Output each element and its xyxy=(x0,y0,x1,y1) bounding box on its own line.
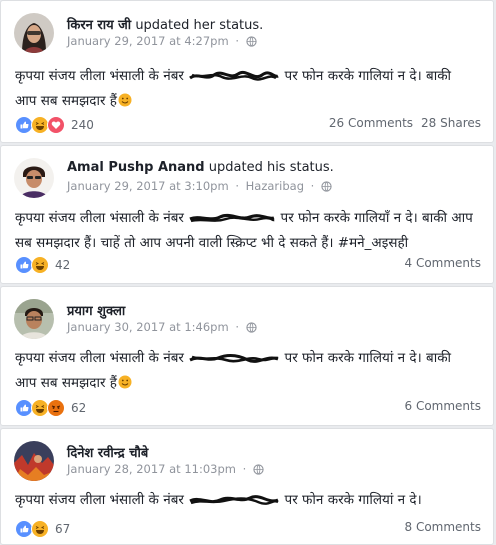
post-card: प्रयाग शुक्ला January 30, 2017 at 1:46pm… xyxy=(0,286,494,426)
redaction-scribble xyxy=(188,350,280,372)
post-text: कृपया संजय लीला भंसाली के नंबर पर फोन कर… xyxy=(15,65,475,112)
redaction-scribble xyxy=(188,68,280,90)
smiling-face-emoji xyxy=(118,92,132,107)
post-text-start: कृपया संजय लीला भंसाली के नंबर xyxy=(15,68,184,84)
love-reaction-icon xyxy=(47,116,65,134)
author-name[interactable]: प्रयाग शुक्ला xyxy=(67,304,125,319)
author-name[interactable]: दिनेश रवीन्द्र चौबे xyxy=(67,446,148,461)
post-header: प्रयाग शुक्ला xyxy=(67,301,125,319)
timestamp[interactable]: January 30, 2017 at 1:46pm xyxy=(67,320,229,334)
post-card: किरन राय जी updated her status. January … xyxy=(0,0,494,143)
meta-separator: · xyxy=(310,179,315,193)
post-meta: January 30, 2017 at 1:46pm · xyxy=(67,320,257,336)
comments-count[interactable]: 8 Comments xyxy=(405,520,482,534)
redaction-scribble xyxy=(188,210,276,232)
post-action: updated her status. xyxy=(135,18,264,33)
globe-icon[interactable] xyxy=(321,181,332,195)
post-meta: January 28, 2017 at 11:03pm · xyxy=(67,462,264,478)
globe-icon[interactable] xyxy=(246,322,257,336)
post-text: कृपया संजय लीला भंसाली के नंबर पर फोन कर… xyxy=(15,489,475,514)
globe-icon[interactable] xyxy=(253,464,264,478)
post-stats: 6 Comments xyxy=(405,399,482,413)
post-action: updated his status. xyxy=(208,160,334,175)
comments-count[interactable]: 26 Comments xyxy=(329,116,413,130)
meta-separator: · xyxy=(235,34,239,48)
haha-reaction-icon xyxy=(31,520,49,538)
shares-count[interactable]: 28 Shares xyxy=(421,116,481,130)
avatar[interactable] xyxy=(14,299,54,339)
post-header: Amal Pushp Anand updated his status. xyxy=(67,160,334,175)
post-text-start: कृपया संजय लीला भंसाली के नंबर xyxy=(15,350,184,366)
timestamp[interactable]: January 29, 2017 at 3:10pm xyxy=(67,179,229,193)
author-name[interactable]: Amal Pushp Anand xyxy=(67,160,205,175)
reaction-count[interactable]: 62 xyxy=(71,401,86,415)
meta-separator: · xyxy=(235,320,239,334)
post-stats: 26 Comments 28 Shares xyxy=(329,116,481,130)
post-header: किरन राय जी updated her status. xyxy=(67,15,263,33)
comments-count[interactable]: 6 Comments xyxy=(405,399,482,413)
post-stats: 4 Comments xyxy=(405,256,482,270)
news-feed: किरन राय जी updated her status. January … xyxy=(0,0,496,545)
globe-icon[interactable] xyxy=(246,36,257,50)
post-text-start: कृपया संजय लीला भंसाली के नंबर xyxy=(15,210,184,226)
author-name[interactable]: किरन राय जी xyxy=(67,18,131,33)
reaction-count[interactable]: 67 xyxy=(55,522,70,536)
post-text-end: पर फोन करके गालियां न दे। xyxy=(284,492,422,508)
comments-count[interactable]: 4 Comments xyxy=(405,256,482,270)
post-text-start: कृपया संजय लीला भंसाली के नंबर xyxy=(15,492,184,508)
reaction-count[interactable]: 42 xyxy=(55,258,70,272)
meta-separator: · xyxy=(235,179,239,193)
reaction-summary[interactable]: 67 xyxy=(15,520,70,538)
avatar[interactable] xyxy=(14,158,54,198)
timestamp[interactable]: January 28, 2017 at 11:03pm xyxy=(67,462,236,476)
smiling-face-emoji xyxy=(118,374,132,389)
angry-reaction-icon xyxy=(47,399,65,417)
post-text: कृपया संजय लीला भंसाली के नंबर पर फोन कर… xyxy=(15,207,475,254)
post-stats: 8 Comments xyxy=(405,520,482,534)
reaction-summary[interactable]: 240 xyxy=(15,116,94,134)
avatar[interactable] xyxy=(14,441,54,481)
post-meta: January 29, 2017 at 3:10pm · Hazaribag · xyxy=(67,179,332,195)
reaction-summary[interactable]: 62 xyxy=(15,399,86,417)
timestamp[interactable]: January 29, 2017 at 4:27pm xyxy=(67,34,229,48)
post-card: दिनेश रवीन्द्र चौबे January 28, 2017 at … xyxy=(0,428,494,545)
reaction-count[interactable]: 240 xyxy=(71,118,94,132)
post-header: दिनेश रवीन्द्र चौबे xyxy=(67,443,148,461)
redaction-scribble xyxy=(188,492,280,514)
avatar[interactable] xyxy=(14,13,54,53)
reaction-summary[interactable]: 42 xyxy=(15,256,70,274)
location-link[interactable]: Hazaribag xyxy=(246,179,304,193)
meta-separator: · xyxy=(242,462,247,476)
post-meta: January 29, 2017 at 4:27pm · xyxy=(67,34,257,50)
post-card: Amal Pushp Anand updated his status. Jan… xyxy=(0,145,494,284)
haha-reaction-icon xyxy=(31,256,49,274)
post-text: कृपया संजय लीला भंसाली के नंबर पर फोन कर… xyxy=(15,347,475,394)
